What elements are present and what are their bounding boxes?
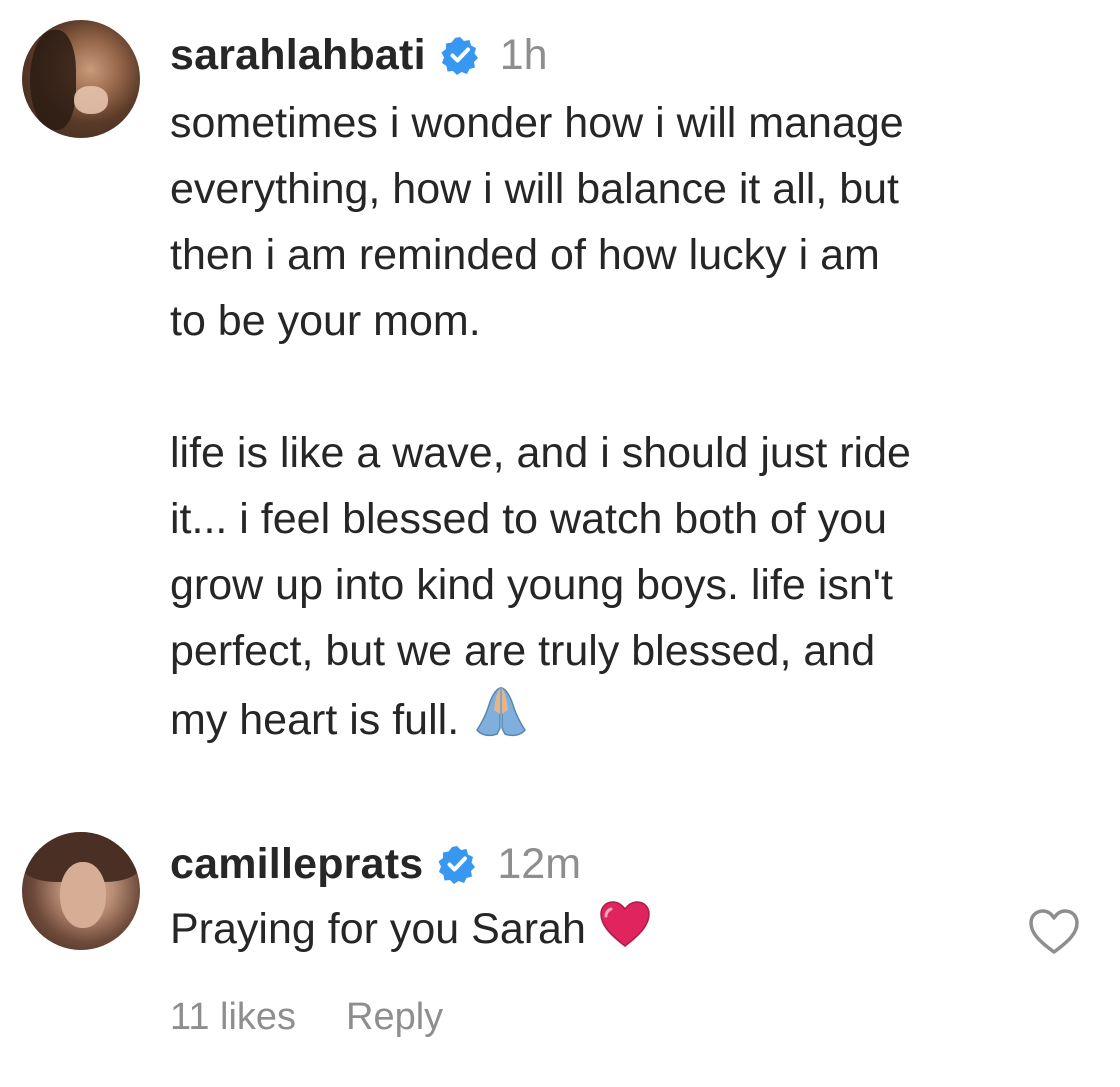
caption-line: to be your mom. [170, 297, 481, 345]
caption-line: life is like a wave, and i should just r… [170, 429, 911, 477]
reply-comment: camilleprats 12m Praying for you Sarah 1… [22, 832, 1082, 1039]
caption-text: sometimes i wonder how i will manage eve… [170, 90, 1082, 759]
verified-badge-icon [437, 844, 477, 884]
reply-timestamp[interactable]: 12m [497, 840, 581, 889]
avatar-face [60, 862, 106, 928]
reply-body: camilleprats 12m Praying for you Sarah 1… [170, 832, 1082, 1039]
reply-button[interactable]: Reply [346, 996, 443, 1039]
like-heart-icon[interactable] [1026, 906, 1082, 958]
caption-header: sarahlahbati 1h [170, 20, 1082, 90]
reply-message: Praying for you Sarah [170, 905, 586, 953]
caption-line: then i am reminded of how lucky i am [170, 231, 880, 279]
avatar-hand [74, 86, 108, 114]
verified-badge-icon [440, 35, 480, 75]
caption-line: everything, how i will balance it all, b… [170, 165, 899, 213]
reply-text-row: Praying for you Sarah [170, 896, 1082, 968]
avatar-camilleprats[interactable] [22, 832, 140, 950]
red-heart-icon [598, 899, 652, 968]
caption-username[interactable]: sarahlahbati [170, 31, 426, 80]
reply-username[interactable]: camilleprats [170, 840, 423, 889]
reply-header: camilleprats 12m [170, 832, 1082, 896]
caption-timestamp[interactable]: 1h [500, 31, 548, 80]
avatar-sarahlahbati[interactable] [22, 20, 140, 138]
caption-line: sometimes i wonder how i will manage [170, 99, 904, 147]
caption-line: perfect, but we are truly blessed, and [170, 627, 876, 675]
caption-last-line: my heart is full. [170, 684, 1082, 759]
reply-actions: 11 likes Reply [170, 996, 1082, 1039]
caption-line: grow up into kind young boys. life isn't [170, 561, 893, 609]
caption-body: sarahlahbati 1h sometimes i wonder how i… [170, 20, 1082, 759]
avatar-hair-shade [30, 30, 76, 130]
caption-line: my heart is full. [170, 696, 460, 744]
folded-hands-icon [471, 684, 531, 759]
reply-text: Praying for you Sarah [170, 896, 652, 968]
caption-comment: sarahlahbati 1h sometimes i wonder how i… [22, 20, 1082, 759]
caption-line: it... i feel blessed to watch both of yo… [170, 495, 888, 543]
likes-count[interactable]: 11 likes [170, 996, 296, 1039]
